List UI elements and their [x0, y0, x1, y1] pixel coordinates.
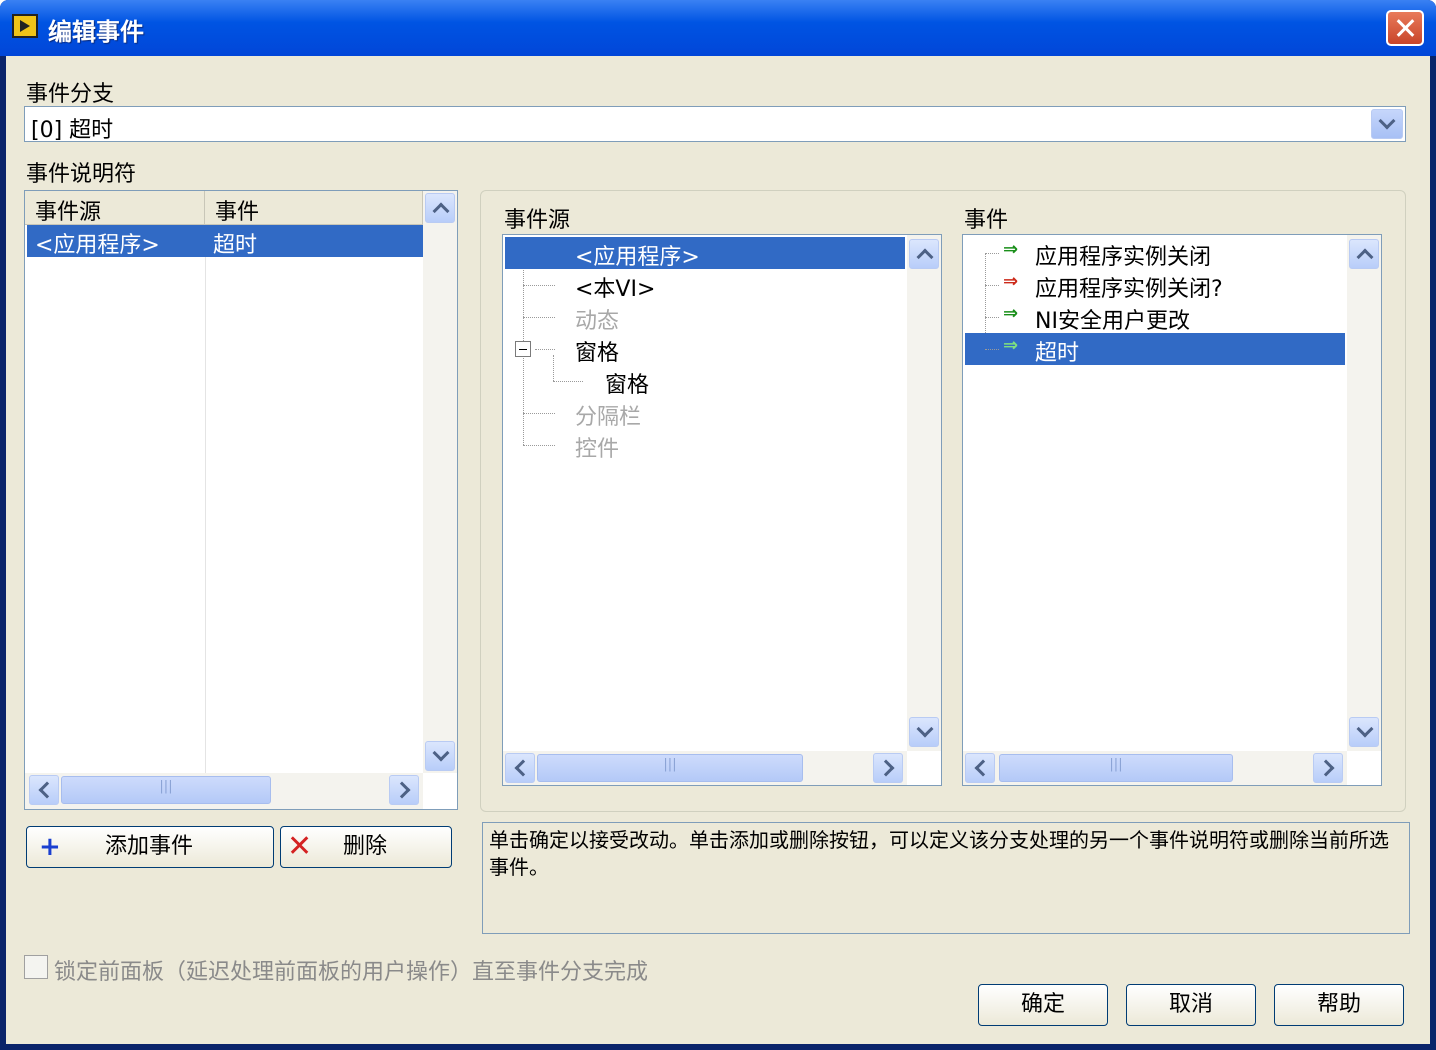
delete-label: 删除	[343, 834, 388, 859]
add-event-button[interactable]: + 添加事件	[26, 826, 274, 868]
dialog-client-area: 事件分支 [0] 超时 事件说明符 事件源 事件 <应用程序> 超时 ||| 事…	[6, 56, 1430, 1044]
tree-item-this-vi[interactable]: <本VI>	[575, 271, 655, 303]
title-bar[interactable]: 编辑事件	[0, 0, 1436, 56]
green-arrow-icon: ⇒	[1003, 239, 1019, 260]
vertical-scrollbar[interactable]	[907, 235, 941, 751]
plus-icon: +	[39, 832, 61, 862]
event-branch-label: 事件分支	[26, 82, 115, 107]
tree-line	[523, 445, 555, 446]
event-specifiers-list[interactable]: 事件源 事件 <应用程序> 超时	[24, 190, 458, 810]
tree-line	[553, 381, 583, 382]
scroll-up-icon[interactable]	[425, 193, 455, 223]
horizontal-scrollbar[interactable]	[503, 751, 907, 785]
delete-x-icon: ✕	[287, 829, 313, 864]
scroll-thumb[interactable]	[537, 754, 803, 782]
horizontal-scrollbar[interactable]	[25, 773, 423, 809]
table-row[interactable]: <应用程序> 超时	[27, 225, 423, 258]
tree-line	[985, 253, 999, 254]
edit-events-dialog: 编辑事件 事件分支 [0] 超时 事件说明符 事件源 事件 <应用程序> 超时	[0, 0, 1436, 1050]
event-item-timeout[interactable]: 超时	[1035, 335, 1079, 367]
event-item-ni-security-user[interactable]: NI安全用户更改	[1035, 303, 1190, 335]
events-label: 事件	[964, 208, 1009, 233]
green-arrow-icon: ⇒	[1003, 335, 1019, 356]
green-arrow-icon: ⇒	[1003, 303, 1019, 324]
scroll-left-icon[interactable]	[505, 753, 535, 783]
scroll-right-icon[interactable]	[389, 775, 419, 805]
event-sources-tree[interactable]: <应用程序> <本VI> 动态 窗格 窗格 分隔栏 控件	[502, 234, 942, 786]
horizontal-scrollbar[interactable]	[963, 751, 1347, 785]
tree-line	[985, 317, 999, 318]
tree-item-application-selected[interactable]: <应用程序>	[505, 237, 905, 270]
scroll-down-icon[interactable]	[909, 717, 939, 747]
red-arrow-icon: ⇒	[1003, 271, 1019, 292]
event-item-app-close[interactable]: 应用程序实例关闭	[1035, 239, 1211, 271]
scroll-thumb[interactable]	[999, 754, 1233, 782]
scroll-up-icon[interactable]	[909, 239, 939, 269]
help-button[interactable]: 帮助	[1274, 984, 1404, 1026]
tree-item-pane-child[interactable]: 窗格	[605, 367, 649, 399]
event-item-app-close-filter[interactable]: 应用程序实例关闭?	[1035, 271, 1223, 303]
event-specifiers-label: 事件说明符	[26, 162, 137, 187]
tree-item-controls: 控件	[575, 437, 620, 462]
collapse-icon[interactable]	[515, 341, 531, 357]
tree-item-dynamic: 动态	[575, 309, 620, 334]
tree-line	[535, 349, 555, 350]
help-description: 单击确定以接受改动。单击添加或删除按钮，可以定义该分支处理的另一个事件说明符或删…	[482, 822, 1410, 934]
scroll-right-icon[interactable]	[873, 753, 903, 783]
scroll-left-icon[interactable]	[965, 753, 995, 783]
scroll-right-icon[interactable]	[1313, 753, 1343, 783]
close-icon[interactable]	[1386, 10, 1424, 46]
event-branch-value: [0] 超时	[31, 118, 114, 143]
tree-line	[523, 413, 555, 414]
tree-line	[985, 285, 999, 286]
tree-item-splitter: 分隔栏	[575, 405, 642, 430]
lock-panel-checkbox[interactable]	[24, 955, 48, 979]
ok-button[interactable]: 确定	[978, 984, 1108, 1026]
labview-app-icon	[12, 14, 38, 38]
window-title: 编辑事件	[48, 18, 144, 46]
chevron-down-icon[interactable]	[1371, 109, 1403, 139]
event-branch-dropdown[interactable]: [0] 超时	[24, 106, 1406, 143]
add-event-label: 添加事件	[105, 834, 194, 859]
row-source-cell: <应用程序>	[35, 233, 160, 258]
scroll-up-icon[interactable]	[1349, 239, 1379, 269]
scroll-down-icon[interactable]	[1349, 717, 1379, 747]
column-header-source[interactable]: 事件源	[25, 191, 205, 225]
row-event-cell: 超时	[213, 233, 258, 258]
cancel-button[interactable]: 取消	[1126, 984, 1256, 1026]
column-divider	[205, 225, 206, 773]
lock-panel-label: 锁定前面板（延迟处理前面板的用户操作）直至事件分支完成	[54, 960, 649, 985]
tree-line	[985, 349, 999, 350]
scroll-down-icon[interactable]	[425, 741, 455, 771]
delete-event-button[interactable]: ✕ 删除	[280, 826, 452, 868]
tree-item-label: <应用程序>	[575, 245, 700, 270]
vertical-scrollbar[interactable]	[1347, 235, 1381, 751]
tree-line	[523, 285, 555, 286]
events-tree[interactable]: ⇒ 应用程序实例关闭 ⇒ 应用程序实例关闭? ⇒ NI安全用户更改 ⇒ 超时	[962, 234, 1382, 786]
tree-item-timeout-selected[interactable]	[965, 333, 1345, 365]
scroll-left-icon[interactable]	[29, 775, 59, 805]
vertical-scrollbar[interactable]	[423, 191, 457, 773]
scroll-thumb[interactable]	[61, 776, 271, 804]
column-header-event[interactable]: 事件	[205, 191, 423, 225]
tree-line	[523, 317, 555, 318]
tree-item-pane[interactable]: 窗格	[575, 335, 619, 367]
tree-line	[553, 355, 554, 381]
event-sources-label: 事件源	[504, 208, 571, 233]
